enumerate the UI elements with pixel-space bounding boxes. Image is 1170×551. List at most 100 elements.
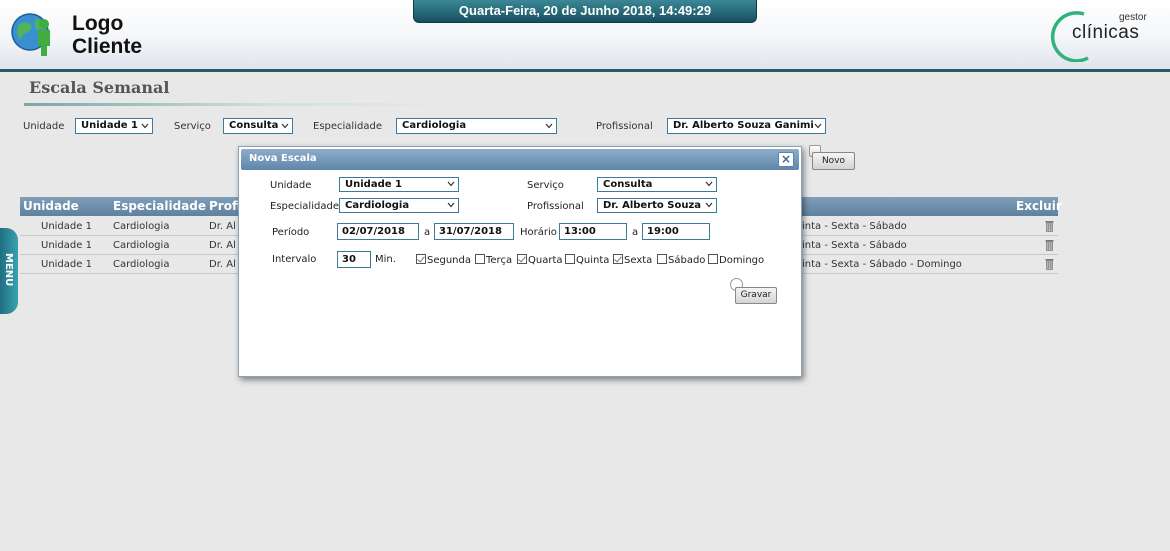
chevron-down-icon [141,123,149,129]
day-label: Quarta [528,255,563,266]
day-label: Sábado [668,255,706,266]
chevron-down-icon [545,123,553,129]
intervalo-label: Intervalo [272,254,317,265]
column-header-especialidade: Especialidade [113,199,207,213]
day-label: Segunda [427,255,471,266]
day-label: Terça [486,255,513,266]
checkbox-checked[interactable] [416,254,426,264]
filter-profissional-value: Dr. Alberto Souza Ganimi [673,120,814,131]
horario-separator: a [632,227,639,238]
day-checkbox-sexta[interactable]: Sexta [613,254,652,266]
side-menu-tab[interactable]: MENU [0,228,18,314]
periodo-separator: a [424,227,431,238]
cell-profissional: Dr. Al [209,240,236,251]
profissional-label: Profissional [527,201,584,212]
chevron-down-icon [705,202,713,208]
especialidade-label: Especialidade [270,201,339,212]
datetime-display: Quarta-Feira, 20 de Junho 2018, 14:49:29 [413,0,757,23]
unidade-select[interactable]: Unidade 1 [339,177,459,192]
close-button[interactable]: × [778,152,794,167]
client-logo-text: Logo Cliente [72,12,142,58]
intervalo-input[interactable]: 30 [337,251,371,268]
filter-servico-select[interactable]: Consulta [223,118,293,134]
servico-select[interactable]: Consulta [597,177,717,192]
periodo-fim-input[interactable]: 31/07/2018 [434,223,514,240]
logo-line-2: Cliente [72,35,143,58]
checkbox-unchecked[interactable] [565,254,575,264]
filter-servico-label: Serviço [174,121,211,132]
chevron-down-icon [814,123,822,129]
profissional-value: Dr. Alberto Souza [603,200,702,211]
cell-especialidade: Cardiologia [113,240,170,251]
dialog-titlebar: Nova Escala × [241,149,799,170]
trash-icon[interactable] [1045,258,1054,270]
close-icon: × [780,152,792,166]
horario-inicio-input[interactable]: 13:00 [559,223,627,240]
cell-unidade: Unidade 1 [41,221,92,232]
unidade-value: Unidade 1 [345,179,402,190]
trash-icon[interactable] [1045,220,1054,232]
cell-unidade: Unidade 1 [41,259,92,270]
periodo-label: Período [272,227,310,238]
globe-person-icon [11,13,50,56]
horario-fim-input[interactable]: 19:00 [642,223,710,240]
periodo-inicio-input[interactable]: 02/07/2018 [337,223,419,240]
chevron-down-icon [281,123,289,129]
cell-dias: inta - Sexta - Sábado [802,221,907,232]
chevron-down-icon [447,202,455,208]
app-header: Logo Cliente Quarta-Feira, 20 de Junho 2… [0,0,1170,72]
dialog-title: Nova Escala [249,153,317,164]
day-checkbox-segunda[interactable]: Segunda [416,254,471,266]
horario-label: Horário [520,227,557,238]
column-header-unidade: Unidade [23,199,79,213]
especialidade-value: Cardiologia [345,200,410,211]
cell-profissional: Dr. Al [209,259,236,270]
day-label: Quinta [576,255,610,266]
cell-dias: inta - Sexta - Sábado - Domingo [802,259,962,270]
filter-unidade-label: Unidade [23,121,65,132]
day-checkbox-quinta[interactable]: Quinta [565,254,609,266]
unidade-label: Unidade [270,180,312,191]
day-label: Sexta [624,255,653,266]
gravar-button[interactable]: Gravar [735,287,777,304]
checkbox-unchecked[interactable] [475,254,485,264]
checkbox-unchecked[interactable] [657,254,667,264]
checkbox-checked[interactable] [517,254,527,264]
filter-especialidade-value: Cardiologia [402,120,467,131]
filter-profissional-select[interactable]: Dr. Alberto Souza Ganimi [667,118,826,134]
checkbox-checked[interactable] [613,254,623,264]
day-label: Domingo [719,255,765,266]
nova-escala-dialog: Nova Escala × Unidade Unidade 1 Serviço … [238,146,802,377]
day-checkbox-terca[interactable]: Terça [475,254,512,266]
cell-dias: inta - Sexta - Sábado [802,240,907,251]
filter-profissional-label: Profissional [596,121,653,132]
chevron-down-icon [447,181,455,187]
chevron-down-icon [705,181,713,187]
brand-name: clínicas [1072,22,1140,43]
page-title: Escala Semanal [29,78,170,97]
novo-button[interactable]: Novo [812,152,855,170]
cell-unidade: Unidade 1 [41,240,92,251]
cell-profissional: Dr. Al [209,221,236,232]
title-underline [24,103,444,106]
day-checkbox-quarta[interactable]: Quarta [517,254,563,266]
servico-value: Consulta [603,179,653,190]
column-header-excluir: Excluir [1016,199,1062,213]
filter-servico-value: Consulta [229,120,279,131]
trash-icon[interactable] [1045,239,1054,251]
intervalo-unit: Min. [375,254,396,265]
logo-line-1: Logo [72,12,124,35]
column-header-profissional: Profi [209,199,241,213]
filter-especialidade-select[interactable]: Cardiologia [396,118,557,134]
filter-especialidade-label: Especialidade [313,121,382,132]
checkbox-unchecked[interactable] [708,254,718,264]
cell-especialidade: Cardiologia [113,259,170,270]
profissional-select[interactable]: Dr. Alberto Souza [597,198,717,213]
day-checkbox-domingo[interactable]: Domingo [708,254,764,266]
day-checkbox-sabado[interactable]: Sábado [657,254,705,266]
menu-tab-label: MENU [3,253,14,287]
servico-label: Serviço [527,180,564,191]
filter-unidade-select[interactable]: Unidade 1 [75,118,153,134]
especialidade-select[interactable]: Cardiologia [339,198,459,213]
filter-unidade-value: Unidade 1 [81,120,138,131]
